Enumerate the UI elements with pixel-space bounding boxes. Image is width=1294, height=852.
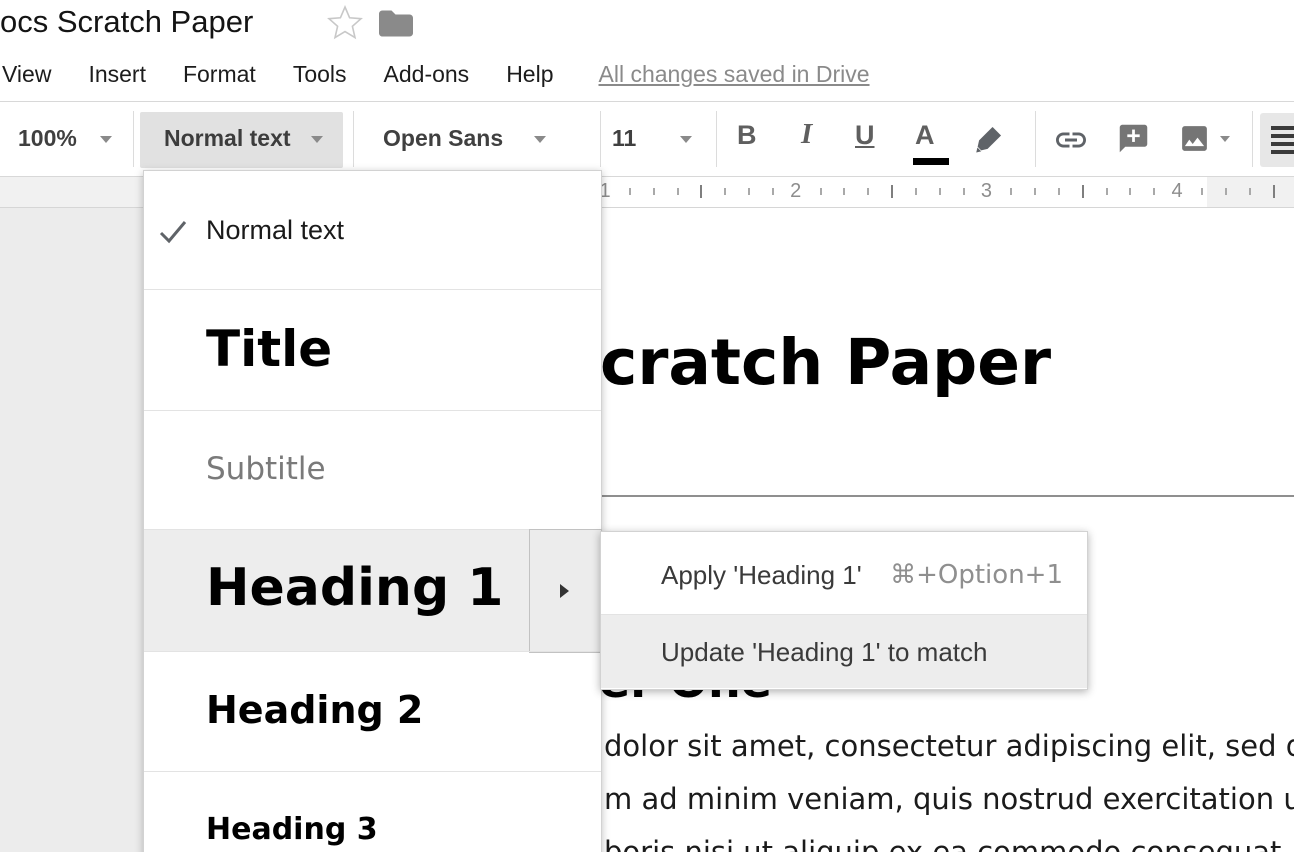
underline-button[interactable]: U	[855, 120, 875, 151]
submenu-item-label: Update 'Heading 1' to match	[661, 637, 987, 668]
style-option-subtitle[interactable]: Subtitle	[144, 411, 601, 529]
menu-addons[interactable]: Add-ons	[384, 61, 470, 88]
toolbar-separator	[600, 111, 601, 167]
style-option-normal-text[interactable]: Normal text	[144, 171, 601, 289]
body-text-line[interactable]: boris nisi ut aliquip ex ea commodo cons…	[604, 835, 1281, 852]
text-color-button[interactable]: A	[915, 120, 935, 151]
star-icon[interactable]	[326, 4, 364, 47]
toolbar-separator	[1035, 111, 1036, 167]
style-option-label: Title	[206, 320, 332, 378]
zoom-select[interactable]: 100%	[18, 125, 77, 152]
update-heading-1-item[interactable]: Update 'Heading 1' to match	[601, 615, 1087, 688]
submenu-arrow-icon	[560, 584, 569, 598]
paragraph-style-menu: Normal text Title Subtitle Heading 1 Hea…	[143, 170, 602, 852]
submenu-item-label: Apply 'Heading 1'	[661, 560, 862, 591]
paragraph-style-select[interactable]: Normal text	[140, 112, 343, 168]
insert-image-icon[interactable]	[1178, 122, 1211, 160]
font-size-dropdown-arrow-icon[interactable]	[680, 136, 692, 143]
titlebar: ocs Scratch Paper	[0, 0, 1294, 48]
style-option-heading-2[interactable]: Heading 2	[144, 652, 601, 771]
zoom-dropdown-arrow-icon[interactable]	[100, 136, 112, 143]
body-text-line[interactable]: m ad minim veniam, quis nostrud exercita…	[604, 782, 1294, 816]
check-icon	[156, 215, 190, 254]
menu-format[interactable]: Format	[183, 61, 256, 88]
style-option-title[interactable]: Title	[144, 290, 601, 410]
menu-view[interactable]: View	[2, 61, 51, 88]
style-option-label: Subtitle	[206, 451, 326, 487]
google-docs-window: ocs Scratch Paper View Insert Format Too…	[0, 0, 1294, 852]
style-option-heading-1[interactable]: Heading 1	[144, 530, 601, 651]
font-select[interactable]: Open Sans	[383, 125, 503, 152]
insert-link-icon[interactable]	[1053, 122, 1089, 163]
toolbar: 100% Normal text Open Sans 11 B I U A	[0, 102, 1294, 177]
toolbar-separator	[133, 111, 134, 167]
body-text-line[interactable]: dolor sit amet, consectetur adipiscing e…	[604, 729, 1294, 763]
save-status-link[interactable]: All changes saved in Drive	[599, 61, 870, 88]
style-option-label: Heading 3	[206, 812, 378, 847]
document-title[interactable]: ocs Scratch Paper	[0, 4, 253, 40]
style-option-label: Heading 2	[206, 688, 423, 732]
menu-insert[interactable]: Insert	[88, 61, 146, 88]
font-size-select[interactable]: 11	[612, 125, 636, 152]
bold-button[interactable]: B	[737, 120, 757, 151]
heading-1-submenu-button[interactable]	[529, 529, 602, 653]
toolbar-separator	[1252, 111, 1253, 167]
menu-tools[interactable]: Tools	[293, 61, 347, 88]
alignment-button[interactable]	[1260, 113, 1294, 167]
image-dropdown-arrow-icon[interactable]	[1220, 136, 1230, 142]
italic-button[interactable]: I	[801, 118, 812, 151]
text-color-swatch	[913, 158, 949, 165]
font-dropdown-arrow-icon[interactable]	[534, 136, 546, 143]
shortcut-hint: ⌘+Option+1	[890, 560, 1063, 590]
toolbar-separator	[716, 111, 717, 167]
highlight-color-button[interactable]	[972, 122, 1006, 161]
menu-help[interactable]: Help	[506, 61, 553, 88]
style-option-heading-3[interactable]: Heading 3	[144, 772, 601, 852]
insert-comment-icon[interactable]	[1117, 122, 1150, 160]
paragraph-style-value: Normal text	[164, 125, 291, 152]
justify-icon	[1271, 126, 1294, 154]
apply-heading-1-item[interactable]: Apply 'Heading 1' ⌘+Option+1	[601, 532, 1087, 614]
style-option-label: Normal text	[206, 215, 344, 246]
move-folder-icon[interactable]	[377, 6, 415, 45]
heading-1-submenu: Apply 'Heading 1' ⌘+Option+1 Update 'Hea…	[600, 531, 1088, 690]
document-heading-title[interactable]: cratch Paper	[600, 326, 1051, 399]
toolbar-separator	[353, 111, 354, 167]
style-dropdown-arrow-icon	[311, 136, 323, 143]
style-option-label: Heading 1	[206, 558, 503, 618]
menubar: View Insert Format Tools Add-ons Help Al…	[0, 48, 1294, 102]
